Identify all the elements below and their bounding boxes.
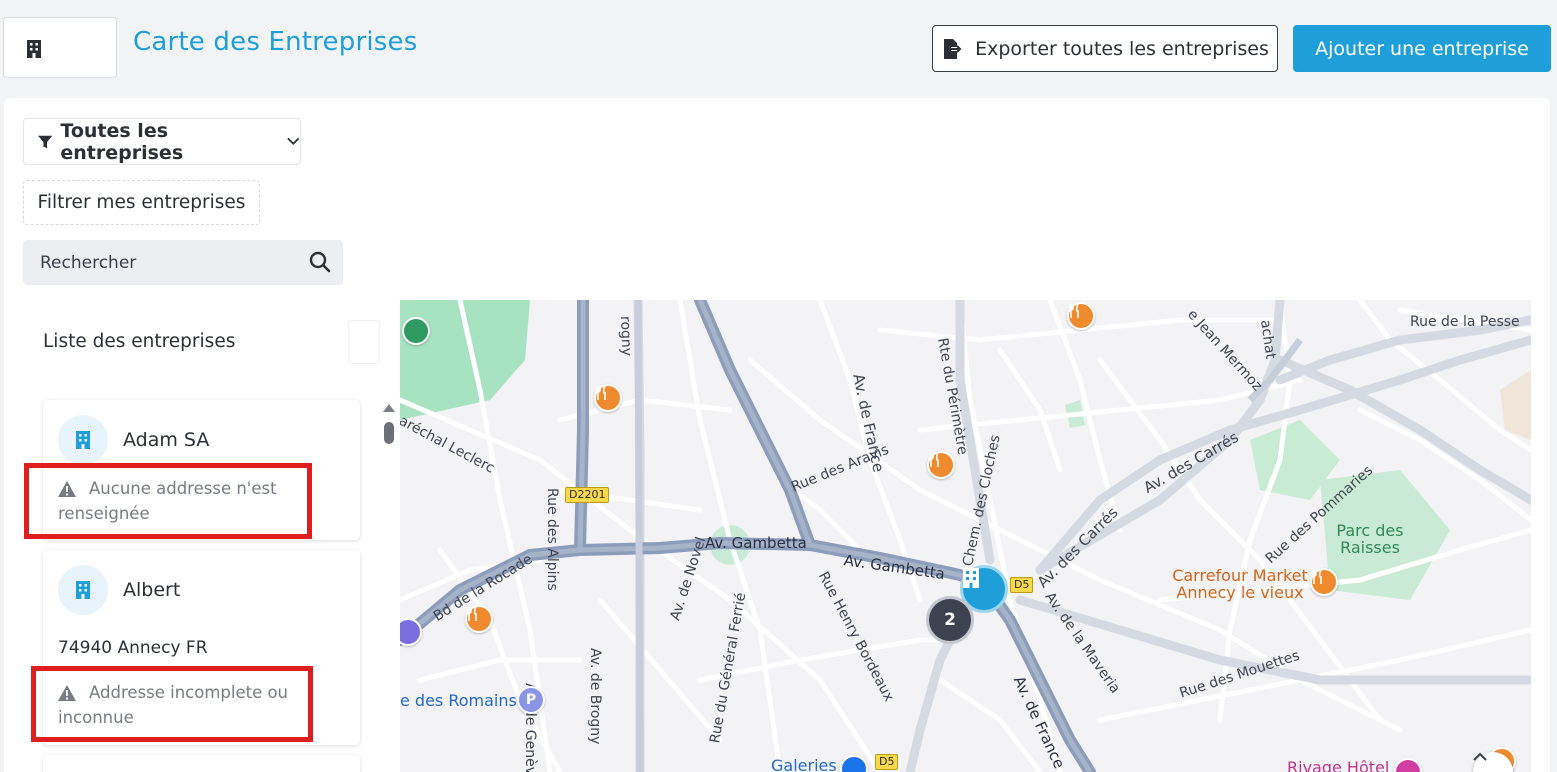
street-label: Rue des Alpins: [544, 488, 560, 591]
restaurant-icon[interactable]: [594, 384, 622, 412]
place-label: Rivage Hôtel: [1287, 758, 1390, 772]
scroll-up-arrow[interactable]: [383, 404, 395, 412]
building-icon: [27, 39, 41, 58]
place-label: Parc des Raisses: [1336, 521, 1404, 557]
chevron-up-icon: [1473, 752, 1487, 761]
company-name: Adam SA: [123, 429, 210, 451]
search-icon[interactable]: [309, 251, 331, 273]
list-toggle-button[interactable]: [348, 320, 380, 364]
street-label: rogny: [617, 315, 635, 357]
company-map[interactable]: aréchal Leclerc Bd de la Rocade Rue des …: [400, 300, 1531, 772]
building-icon: [76, 581, 90, 599]
add-company-button[interactable]: Ajouter une entreprise: [1293, 25, 1551, 72]
company-address: 74940 Annecy FR: [58, 638, 208, 658]
page-title: Carte des Entreprises: [133, 27, 418, 57]
fork-knife-icon: [929, 453, 939, 467]
company-name: Albert: [123, 579, 181, 601]
list-title: Liste des entreprises: [43, 331, 236, 352]
fork-knife-icon: [596, 386, 606, 400]
restaurant-icon[interactable]: [1310, 568, 1338, 596]
company-filter-dropdown[interactable]: Toutes les entreprises: [23, 118, 301, 165]
export-all-button[interactable]: Exporter toutes les entreprises: [932, 25, 1278, 72]
company-card[interactable]: [43, 755, 360, 772]
street-label: Av. de Brogny: [587, 648, 603, 745]
highlight-box: [31, 666, 313, 742]
export-icon: [944, 38, 962, 59]
road-shield: D2201: [565, 487, 610, 503]
place-label: Galeries: [771, 756, 837, 772]
parking-icon[interactable]: P: [517, 686, 545, 714]
street-label: Rue de la Pesse: [1410, 314, 1520, 330]
restaurant-icon[interactable]: [1067, 302, 1095, 330]
filter-my-companies-button[interactable]: Filtrer mes entreprises: [23, 180, 260, 225]
export-label: Exporter toutes les entreprises: [975, 37, 1269, 60]
highlight-box: [24, 463, 312, 539]
park-poi-icon[interactable]: [402, 317, 430, 345]
building-icon: [76, 431, 90, 449]
street-label: Av. Gambetta: [705, 534, 807, 552]
restaurant-icon[interactable]: [465, 605, 493, 633]
road-shield: D5: [875, 754, 899, 770]
fork-knife-icon: [1069, 304, 1079, 318]
filter-dropdown-label: Toutes les entreprises: [60, 119, 184, 164]
building-icon: [963, 568, 979, 588]
search-input[interactable]: [23, 240, 303, 285]
search-box: [23, 240, 343, 285]
fork-knife-icon: [467, 607, 477, 621]
list-scrollbar-thumb[interactable]: [384, 422, 394, 444]
company-avatar: [58, 415, 108, 465]
list-view-button[interactable]: [7, 22, 61, 75]
chevron-down-icon: [287, 137, 300, 146]
marker-cluster[interactable]: 2: [926, 596, 974, 644]
view-toggle: [3, 17, 1191, 772]
restaurant-icon[interactable]: [927, 451, 955, 479]
road-shield: D5: [1010, 577, 1034, 593]
fork-knife-icon: [1312, 570, 1322, 584]
filter-icon: [38, 135, 53, 148]
place-label: e des Romains: [400, 691, 517, 710]
company-avatar: [58, 565, 108, 615]
place-label: Carrefour Market Annecy le vieux: [1172, 566, 1308, 602]
